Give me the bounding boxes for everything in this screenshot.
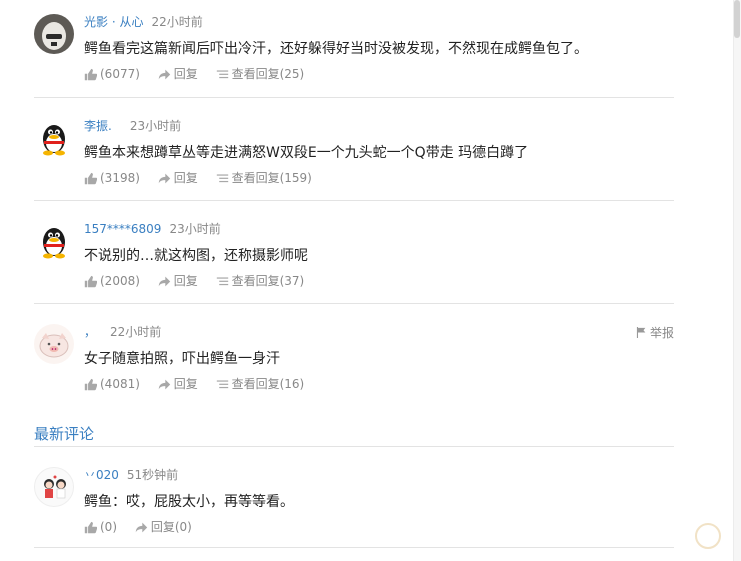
report-button[interactable]: 举报 bbox=[636, 324, 674, 341]
list-icon bbox=[216, 173, 228, 182]
thumbs-up-icon bbox=[84, 521, 97, 533]
avatar[interactable] bbox=[34, 14, 74, 54]
flag-icon bbox=[636, 327, 646, 338]
watermark-icon bbox=[695, 523, 721, 549]
view-replies-button[interactable]: 查看回复(159) bbox=[216, 170, 312, 186]
comment-text: 不说别的…就这构图，还称摄影师呢 bbox=[84, 248, 308, 264]
like-button[interactable]: (3198) bbox=[84, 170, 140, 186]
scrollbar[interactable] bbox=[733, 0, 741, 561]
like-button[interactable]: (2008) bbox=[84, 273, 140, 289]
comment-time: 22小时前 bbox=[151, 15, 203, 29]
comment-time: 51秒钟前 bbox=[126, 468, 179, 482]
latest-comments-title: 最新评论 bbox=[34, 425, 95, 443]
divider bbox=[34, 446, 674, 447]
watermark-logo bbox=[695, 523, 727, 549]
thumbs-up-icon bbox=[84, 378, 97, 390]
report-label: 举报 bbox=[649, 326, 674, 340]
like-count: (0) bbox=[100, 520, 117, 534]
like-button[interactable]: (0) bbox=[84, 519, 117, 535]
comment-text: 女子随意拍照，吓出鳄鱼一身汗 bbox=[84, 351, 280, 367]
reply-button[interactable]: 回复 bbox=[158, 273, 198, 289]
comment-time: 22小时前 bbox=[110, 325, 162, 339]
reply-button[interactable]: 回复(0) bbox=[135, 519, 192, 535]
thumbs-up-icon bbox=[84, 68, 97, 80]
comment-text: 鳄鱼：哎，屁股太小，再等等看。 bbox=[84, 494, 294, 510]
divider bbox=[34, 200, 674, 201]
view-replies-label: 查看回复(37) bbox=[231, 274, 305, 288]
like-count: (3198) bbox=[100, 171, 140, 185]
like-button[interactable]: (6077) bbox=[84, 66, 140, 82]
comment-item: 157****6809 23小时前 不说别的…就这构图，还称摄影师呢 (2008)… bbox=[34, 221, 674, 291]
comment-item: ， 22小时前 举报 女子随意拍照，吓出鳄鱼一身汗 (4081) 回复 查看回复(… bbox=[34, 324, 674, 394]
comment-item: 光影 · 从心 22小时前 鳄鱼看完这篇新闻后吓出冷汗，还好躲得好当时没被发现，不… bbox=[34, 14, 674, 84]
share-arrow-icon bbox=[158, 69, 170, 79]
thumbs-up-icon bbox=[84, 172, 97, 184]
share-arrow-icon bbox=[158, 276, 170, 286]
reply-label: 回复(0) bbox=[150, 520, 192, 534]
list-icon bbox=[216, 69, 228, 78]
comment-item: 李振. 23小时前 鳄鱼本来想蹲草丛等走进满怒W双段E一个九头蛇一个Q带走 玛德白… bbox=[34, 118, 674, 188]
reply-label: 回复 bbox=[173, 171, 198, 185]
comment-text: 鳄鱼本来想蹲草丛等走进满怒W双段E一个九头蛇一个Q带走 玛德白蹲了 bbox=[84, 145, 529, 161]
like-button[interactable]: (4081) bbox=[84, 376, 140, 392]
comment-time: 23小时前 bbox=[129, 119, 182, 133]
divider bbox=[34, 547, 674, 548]
username-link[interactable]: 丷020 bbox=[84, 468, 119, 482]
divider bbox=[34, 97, 674, 98]
comment-item: 丷020 51秒钟前 鳄鱼：哎，屁股太小，再等等看。 (0) 回复(0) bbox=[34, 467, 674, 537]
like-count: (6077) bbox=[100, 67, 140, 81]
share-arrow-icon bbox=[158, 379, 170, 389]
avatar[interactable] bbox=[34, 118, 74, 158]
reply-label: 回复 bbox=[173, 67, 198, 81]
share-arrow-icon bbox=[158, 173, 170, 183]
view-replies-button[interactable]: 查看回复(25) bbox=[216, 66, 305, 82]
username-link[interactable]: ， bbox=[84, 325, 96, 339]
list-icon bbox=[216, 379, 228, 388]
like-count: (4081) bbox=[100, 377, 140, 391]
avatar[interactable] bbox=[34, 467, 74, 507]
view-replies-label: 查看回复(159) bbox=[231, 171, 312, 185]
avatar[interactable] bbox=[34, 221, 74, 261]
thumbs-up-icon bbox=[84, 275, 97, 287]
list-icon bbox=[216, 276, 228, 285]
comment-time: 23小时前 bbox=[169, 222, 221, 236]
reply-label: 回复 bbox=[173, 377, 198, 391]
scrollbar-thumb[interactable] bbox=[734, 0, 740, 38]
view-replies-label: 查看回复(25) bbox=[231, 67, 305, 81]
view-replies-label: 查看回复(16) bbox=[231, 377, 305, 391]
reply-button[interactable]: 回复 bbox=[158, 376, 198, 392]
reply-button[interactable]: 回复 bbox=[158, 170, 198, 186]
reply-label: 回复 bbox=[173, 274, 198, 288]
avatar[interactable] bbox=[34, 324, 74, 364]
divider bbox=[34, 303, 674, 304]
view-replies-button[interactable]: 查看回复(16) bbox=[216, 376, 305, 392]
like-count: (2008) bbox=[100, 274, 140, 288]
view-replies-button[interactable]: 查看回复(37) bbox=[216, 273, 305, 289]
username-link[interactable]: 157****6809 bbox=[84, 222, 161, 236]
share-arrow-icon bbox=[135, 522, 148, 532]
reply-button[interactable]: 回复 bbox=[158, 66, 198, 82]
username-link[interactable]: 光影 · 从心 bbox=[84, 15, 143, 29]
comment-text: 鳄鱼看完这篇新闻后吓出冷汗，还好躲得好当时没被发现，不然现在成鳄鱼包了。 bbox=[84, 41, 588, 57]
username-link[interactable]: 李振. bbox=[84, 119, 112, 133]
